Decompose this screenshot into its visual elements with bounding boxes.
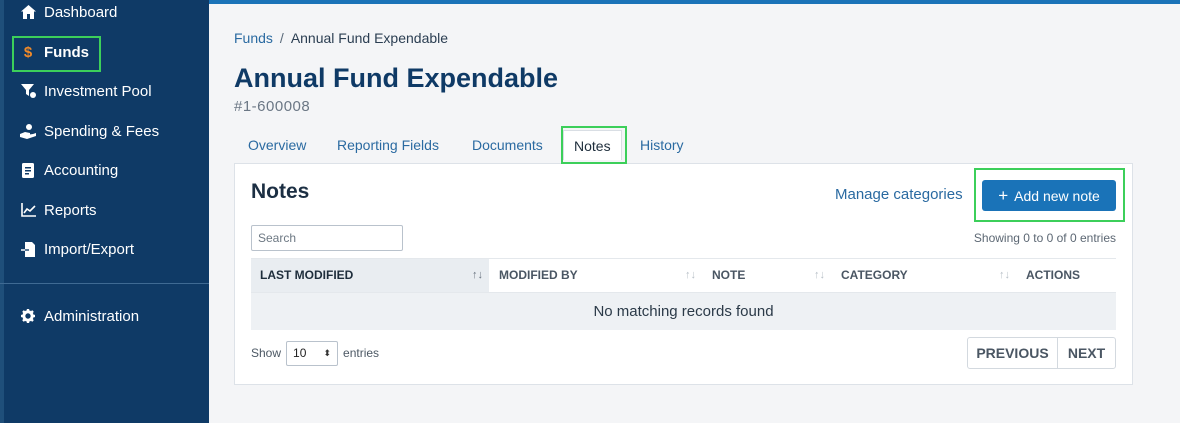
next-page-button[interactable]: NEXT [1058, 338, 1115, 368]
import-file-icon [20, 241, 36, 257]
empty-table-row: No matching records found [251, 293, 1116, 330]
select-arrows-icon: ⬍ [323, 347, 332, 358]
notes-title: Notes [251, 180, 310, 203]
sidebar-item-label: Administration [44, 307, 140, 325]
add-new-note-button[interactable]: + Add new note [982, 180, 1116, 211]
table-header: LAST MODIFIED ↑↓ MODIFIED BY ↑↓ NOTE ↑↓ … [251, 258, 1116, 293]
line-chart-icon [20, 202, 36, 218]
sidebar-item-label: Accounting [44, 161, 119, 179]
tab-history[interactable]: History [640, 130, 684, 160]
column-category[interactable]: CATEGORY [841, 259, 908, 292]
sidebar-item-spending-fees[interactable]: Spending & Fees [20, 119, 159, 143]
column-label: CATEGORY [841, 268, 908, 282]
column-label: NOTE [712, 268, 746, 282]
search-input[interactable] [251, 225, 403, 251]
funnel-icon [20, 83, 36, 99]
sort-arrows-icon: ↑↓ [814, 269, 825, 281]
sidebar-item-label: Dashboard [44, 3, 118, 21]
breadcrumb-funds-link[interactable]: Funds [234, 30, 273, 46]
show-label: Show [251, 346, 282, 360]
entries-label: entries [343, 346, 380, 360]
column-last-modified[interactable]: LAST MODIFIED ↑↓ [251, 259, 489, 292]
sidebar-item-label: Spending & Fees [44, 122, 160, 140]
top-accent-bar [209, 0, 1180, 4]
tab-documents[interactable]: Documents [472, 130, 543, 160]
page-size-value: 10 [293, 346, 307, 360]
tab-overview[interactable]: Overview [248, 130, 306, 160]
column-label: MODIFIED BY [499, 268, 578, 282]
sidebar-item-import-export[interactable]: Import/Export [20, 237, 134, 261]
sort-arrows-icon: ↑↓ [685, 269, 696, 281]
breadcrumb-current: Annual Fund Expendable [290, 30, 449, 46]
entries-info: Showing 0 to 0 of 0 entries [973, 231, 1116, 245]
home-icon [20, 4, 36, 20]
page-size-control: Show 10 ⬍ entries [251, 340, 379, 366]
column-actions: ACTIONS [1026, 259, 1080, 292]
notes-tab-highlight-box [561, 126, 627, 164]
breadcrumb: Funds / Annual Fund Expendable [234, 30, 448, 46]
sidebar-item-dashboard[interactable]: Dashboard [20, 0, 117, 24]
sidebar-item-investment-pool[interactable]: Investment Pool [20, 79, 152, 103]
column-note[interactable]: NOTE [712, 259, 745, 292]
gear-icon [20, 308, 36, 324]
tab-reporting-fields[interactable]: Reporting Fields [337, 130, 439, 160]
sidebar-edge [0, 0, 4, 423]
sidebar-item-label: Reports [44, 201, 97, 219]
add-new-note-label: Add new note [1014, 187, 1100, 204]
hand-coin-icon [20, 123, 36, 139]
sidebar-item-accounting[interactable]: Accounting [20, 158, 118, 182]
page-title: Annual Fund Expendable [234, 63, 559, 93]
sidebar-item-label: Import/Export [44, 240, 135, 258]
manage-categories-link[interactable]: Manage categories [835, 186, 963, 203]
breadcrumb-separator: / [279, 30, 284, 46]
sidebar: Dashboard $ Funds Investment Pool Spendi… [0, 0, 209, 423]
sidebar-item-administration[interactable]: Administration [20, 304, 139, 328]
plus-icon: + [998, 186, 1009, 205]
sort-arrows-icon: ↑↓ [472, 269, 483, 281]
funds-highlight-box [12, 36, 101, 72]
column-label: LAST MODIFIED [260, 268, 354, 282]
page-size-select[interactable]: 10 ⬍ [286, 340, 339, 366]
sort-arrows-icon: ↑↓ [999, 269, 1010, 281]
ledger-icon [20, 162, 36, 178]
pagination: PREVIOUS NEXT [967, 337, 1116, 369]
sidebar-item-reports[interactable]: Reports [20, 198, 97, 222]
sidebar-item-label: Investment Pool [44, 82, 152, 100]
fund-number: #1-600008 [234, 98, 311, 115]
previous-page-button[interactable]: PREVIOUS [968, 338, 1058, 368]
column-modified-by[interactable]: MODIFIED BY [499, 259, 578, 292]
sidebar-divider [0, 283, 209, 284]
column-label: ACTIONS [1026, 268, 1080, 282]
